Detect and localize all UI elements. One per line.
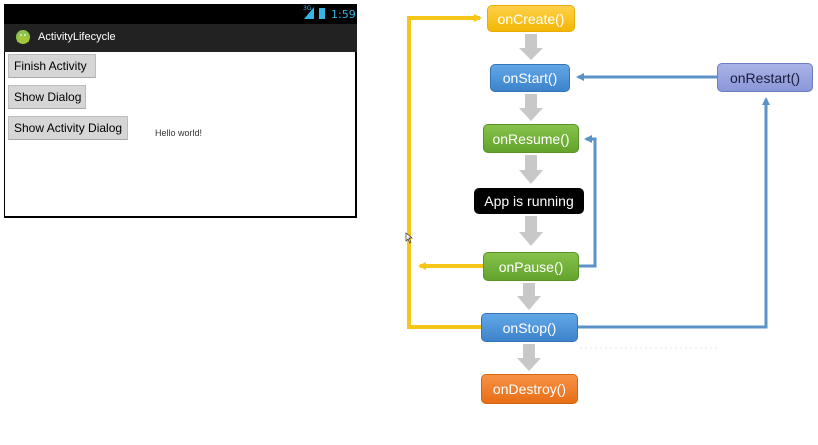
node-onresume: onResume() [483, 124, 579, 153]
node-ondestroy: onDestroy() [481, 374, 578, 404]
node-onpause: onPause() [483, 252, 579, 281]
flow-arrow-running-pause [519, 216, 543, 246]
flow-arrow-create-start [519, 34, 543, 60]
node-app-running: App is running [474, 188, 584, 214]
lifecycle-diagram-arrows [405, 14, 770, 371]
node-oncreate: onCreate() [487, 5, 575, 32]
flow-arrow-start-resume [519, 94, 543, 121]
blue-arrow-stop-to-restart [578, 97, 770, 329]
flow-arrow-resume-running [519, 155, 543, 184]
node-onstart: onStart() [490, 64, 570, 92]
node-onrestart: onRestart() [717, 63, 813, 92]
flow-arrow-pause-stop [517, 283, 541, 310]
yellow-loop-stop-to-create [407, 14, 482, 329]
node-onstop: onStop() [481, 313, 578, 342]
flow-arrow-stop-destroy [517, 344, 541, 371]
